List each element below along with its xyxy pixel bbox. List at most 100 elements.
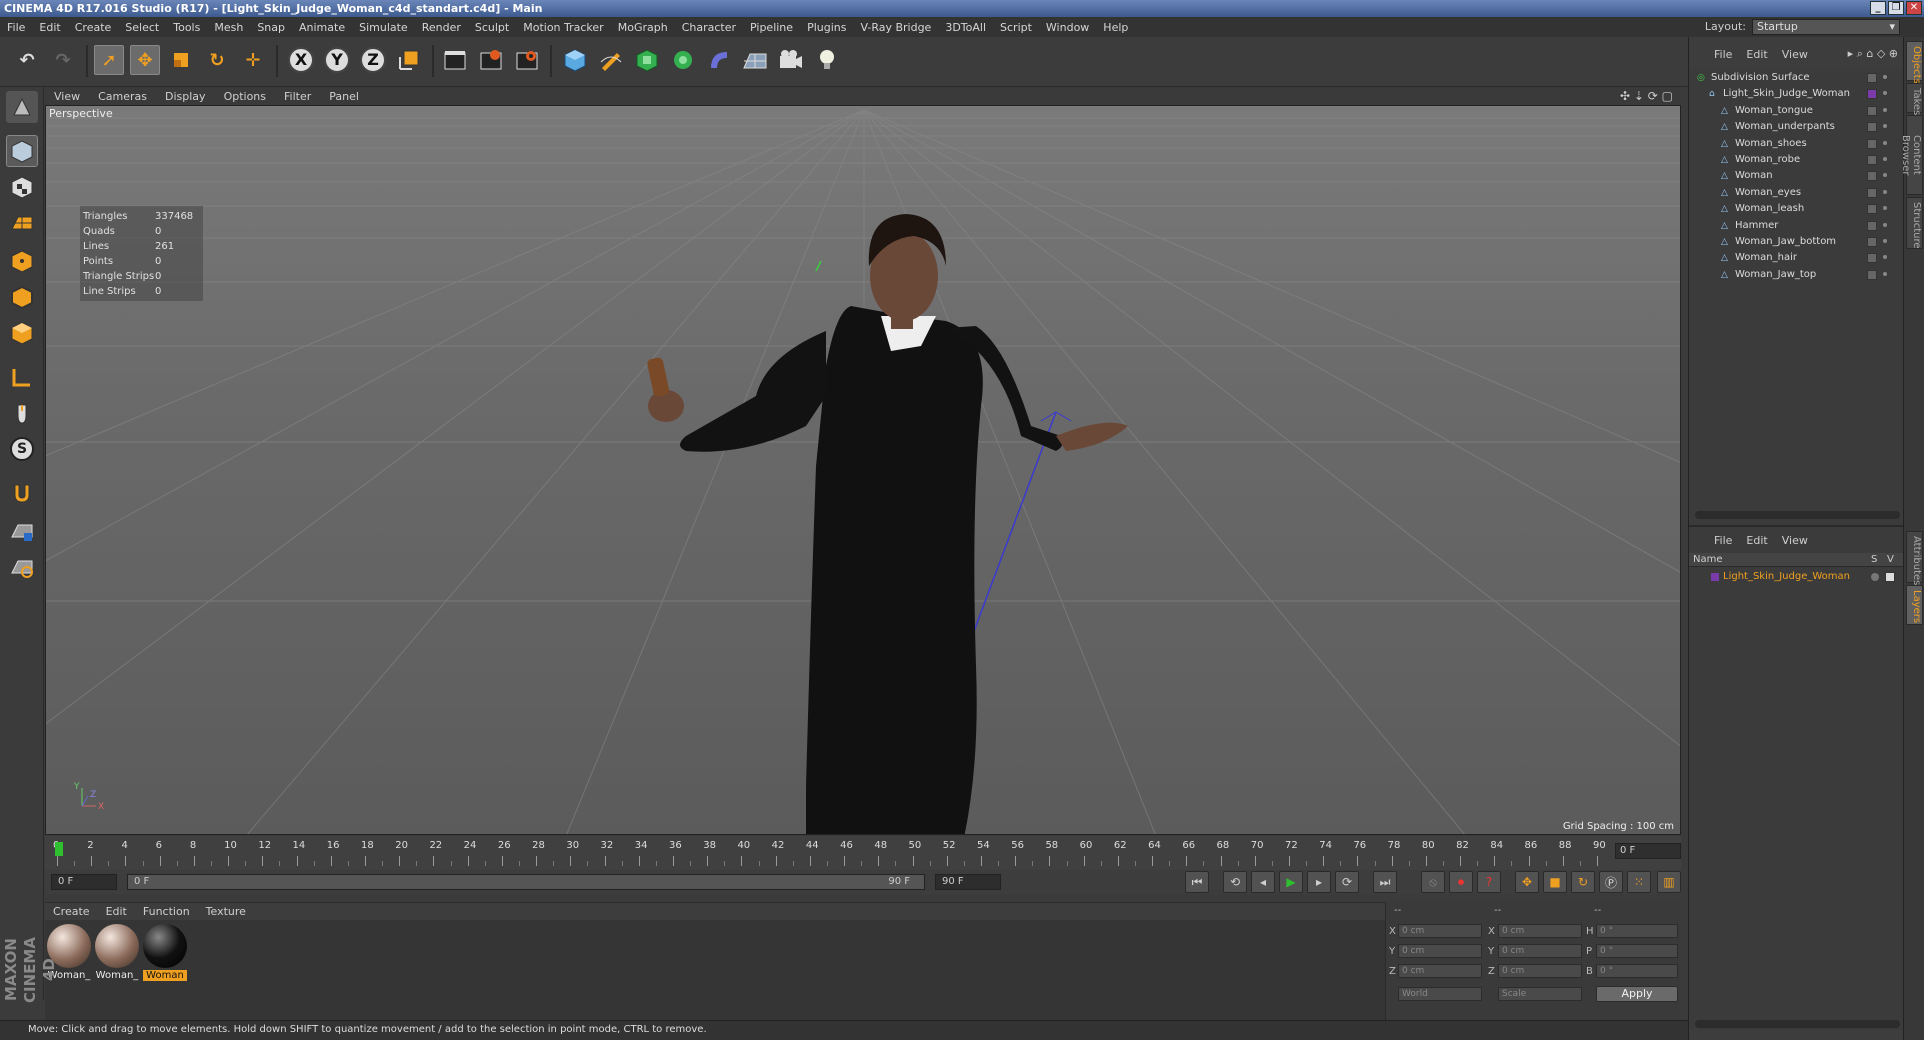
axis-mode-icon[interactable] (6, 361, 38, 393)
start-frame-field[interactable]: 0 F (51, 874, 117, 890)
workplane-mode-icon[interactable] (6, 207, 38, 239)
grid-rotate-icon[interactable] (6, 551, 38, 583)
object-tree-row[interactable]: △ Woman_eyes (1689, 184, 1904, 202)
move-icon[interactable]: ✥ (130, 45, 160, 75)
keyframe-selection-icon[interactable]: ? (1477, 871, 1501, 893)
cube-primitive-icon[interactable] (560, 45, 590, 75)
array-cloner-icon[interactable] (668, 45, 698, 75)
autokey-icon[interactable]: ⏺ (1449, 871, 1473, 893)
object-tree-row[interactable]: △ Woman_tongue (1689, 102, 1904, 120)
object-tree-row[interactable]: △ Woman_Jaw_bottom (1689, 233, 1904, 251)
layer-flag-icon[interactable] (1867, 187, 1877, 198)
scale-icon[interactable] (166, 45, 196, 75)
rotation-b-field[interactable]: 0 ° (1596, 964, 1678, 978)
rotation-h-field[interactable]: 0 ° (1596, 924, 1678, 938)
snapping-icon[interactable]: S (6, 433, 38, 465)
tab-structure[interactable]: Structure (1906, 197, 1923, 249)
objects-menu-file[interactable]: File (1707, 48, 1739, 61)
live-select-icon[interactable]: ✛ (238, 45, 268, 75)
viewport-menu-display[interactable]: Display (156, 90, 215, 103)
previous-key-icon[interactable]: ⟲ (1223, 871, 1247, 893)
visibility-dot-icon[interactable] (1883, 124, 1887, 129)
menu-file[interactable]: File (0, 21, 32, 34)
material-menu-edit[interactable]: Edit (98, 905, 135, 918)
object-tree-row[interactable]: △ Woman_robe (1689, 151, 1904, 169)
object-tree-row[interactable]: ◎ Subdivision Surface (1689, 69, 1904, 87)
tab-objects[interactable]: Objects (1906, 41, 1923, 84)
maximize-button[interactable]: ❐ (1888, 1, 1904, 15)
object-tree-row[interactable]: △ Woman (1689, 167, 1904, 185)
rotate-icon[interactable]: ↻ (202, 45, 232, 75)
menu-3dtoall[interactable]: 3DToAll (938, 21, 993, 34)
object-tree-row[interactable]: △ Woman_leash (1689, 200, 1904, 218)
coordinate-system-icon[interactable] (394, 45, 424, 75)
layer-flag-icon[interactable] (1867, 269, 1877, 280)
object-tree-row[interactable]: △ Woman_shoes (1689, 135, 1904, 153)
menu-plugins[interactable]: Plugins (800, 21, 853, 34)
texture-mode-icon[interactable] (6, 171, 38, 203)
visibility-dot-icon[interactable] (1883, 222, 1887, 227)
previous-frame-icon[interactable]: ◂ (1251, 871, 1275, 893)
menu-simulate[interactable]: Simulate (352, 21, 415, 34)
visibility-dot-icon[interactable] (1883, 271, 1887, 276)
position-x-field[interactable]: 0 cm (1398, 924, 1482, 938)
menu-motion-tracker[interactable]: Motion Tracker (516, 21, 610, 34)
visibility-dot-icon[interactable] (1883, 75, 1887, 79)
menu-animate[interactable]: Animate (292, 21, 352, 34)
layers-menu-view[interactable]: View (1775, 534, 1815, 547)
perspective-viewport[interactable]: Perspective Triangles 337468 Quads 0 Lines… (45, 105, 1681, 835)
visibility-dot-icon[interactable] (1883, 107, 1887, 112)
apply-button[interactable]: Apply (1596, 986, 1678, 1002)
tweak-mode-icon[interactable] (6, 397, 38, 429)
menu-pipeline[interactable]: Pipeline (743, 21, 800, 34)
layer-flag-icon[interactable] (1867, 171, 1877, 182)
menu-window[interactable]: Window (1039, 21, 1096, 34)
menu-mesh[interactable]: Mesh (207, 21, 250, 34)
objects-menu-view[interactable]: View (1775, 48, 1815, 61)
layer-flag-icon[interactable] (1867, 155, 1877, 165)
menu-character[interactable]: Character (675, 21, 743, 34)
object-tree-row[interactable]: ⌂ Light_Skin_Judge_Woman (1689, 85, 1904, 103)
viewport-menu-options[interactable]: Options (215, 90, 275, 103)
visibility-dot-icon[interactable] (1883, 157, 1887, 161)
make-editable-icon[interactable] (6, 91, 38, 123)
menu-sculpt[interactable]: Sculpt (468, 21, 516, 34)
play-icon[interactable]: ▶ (1279, 871, 1303, 893)
close-button[interactable]: ✕ (1906, 1, 1922, 15)
layer-flag-icon[interactable] (1867, 204, 1877, 215)
viewport-menu-filter[interactable]: Filter (275, 90, 320, 103)
object-tree-scrollbar[interactable] (1695, 511, 1900, 519)
objects-menu-edit[interactable]: Edit (1739, 48, 1774, 61)
viewport-menu-cameras[interactable]: Cameras (89, 90, 156, 103)
range-slider[interactable]: 0 F 90 F (127, 874, 925, 890)
camera-icon[interactable] (776, 45, 806, 75)
material-menu-function[interactable]: Function (135, 905, 198, 918)
material-swatch-selected[interactable]: Woman (143, 924, 187, 981)
menu-vray-bridge[interactable]: V-Ray Bridge (853, 21, 938, 34)
points-mode-icon[interactable] (6, 245, 38, 277)
undo-icon[interactable]: ↶ (12, 45, 42, 75)
subdivision-generator-icon[interactable] (632, 45, 662, 75)
menu-select[interactable]: Select (118, 21, 166, 34)
visibility-dot-icon[interactable] (1883, 140, 1887, 145)
select-pointer-icon[interactable]: ➚ (94, 45, 124, 75)
grid-lock-icon[interactable] (6, 515, 38, 547)
object-tree-row[interactable]: △ Woman_Jaw_top (1689, 266, 1904, 284)
current-frame-field[interactable]: 0 F (1615, 843, 1681, 859)
tab-content-browser[interactable]: Content Browser (1900, 115, 1923, 195)
timeline-ruler[interactable]: 0246810121416182022242628303234363840424… (45, 836, 1681, 870)
coordinate-mode-dropdown[interactable]: World (1398, 987, 1482, 1001)
layer-solo-toggle[interactable] (1871, 573, 1879, 581)
magnet-icon[interactable] (6, 477, 38, 509)
menu-snap[interactable]: Snap (250, 21, 292, 34)
render-view-icon[interactable] (440, 45, 470, 75)
polygons-mode-icon[interactable] (6, 317, 38, 349)
light-icon[interactable] (812, 45, 842, 75)
layer-flag-icon[interactable] (1867, 220, 1877, 231)
menu-tools[interactable]: Tools (166, 21, 207, 34)
y-axis-lock-icon[interactable]: Y (322, 45, 352, 75)
render-picture-viewer-icon[interactable] (476, 45, 506, 75)
model-mode-icon[interactable] (6, 135, 38, 167)
position-z-field[interactable]: 0 cm (1398, 964, 1482, 978)
key-pla-icon[interactable]: ⁙ (1627, 871, 1651, 893)
